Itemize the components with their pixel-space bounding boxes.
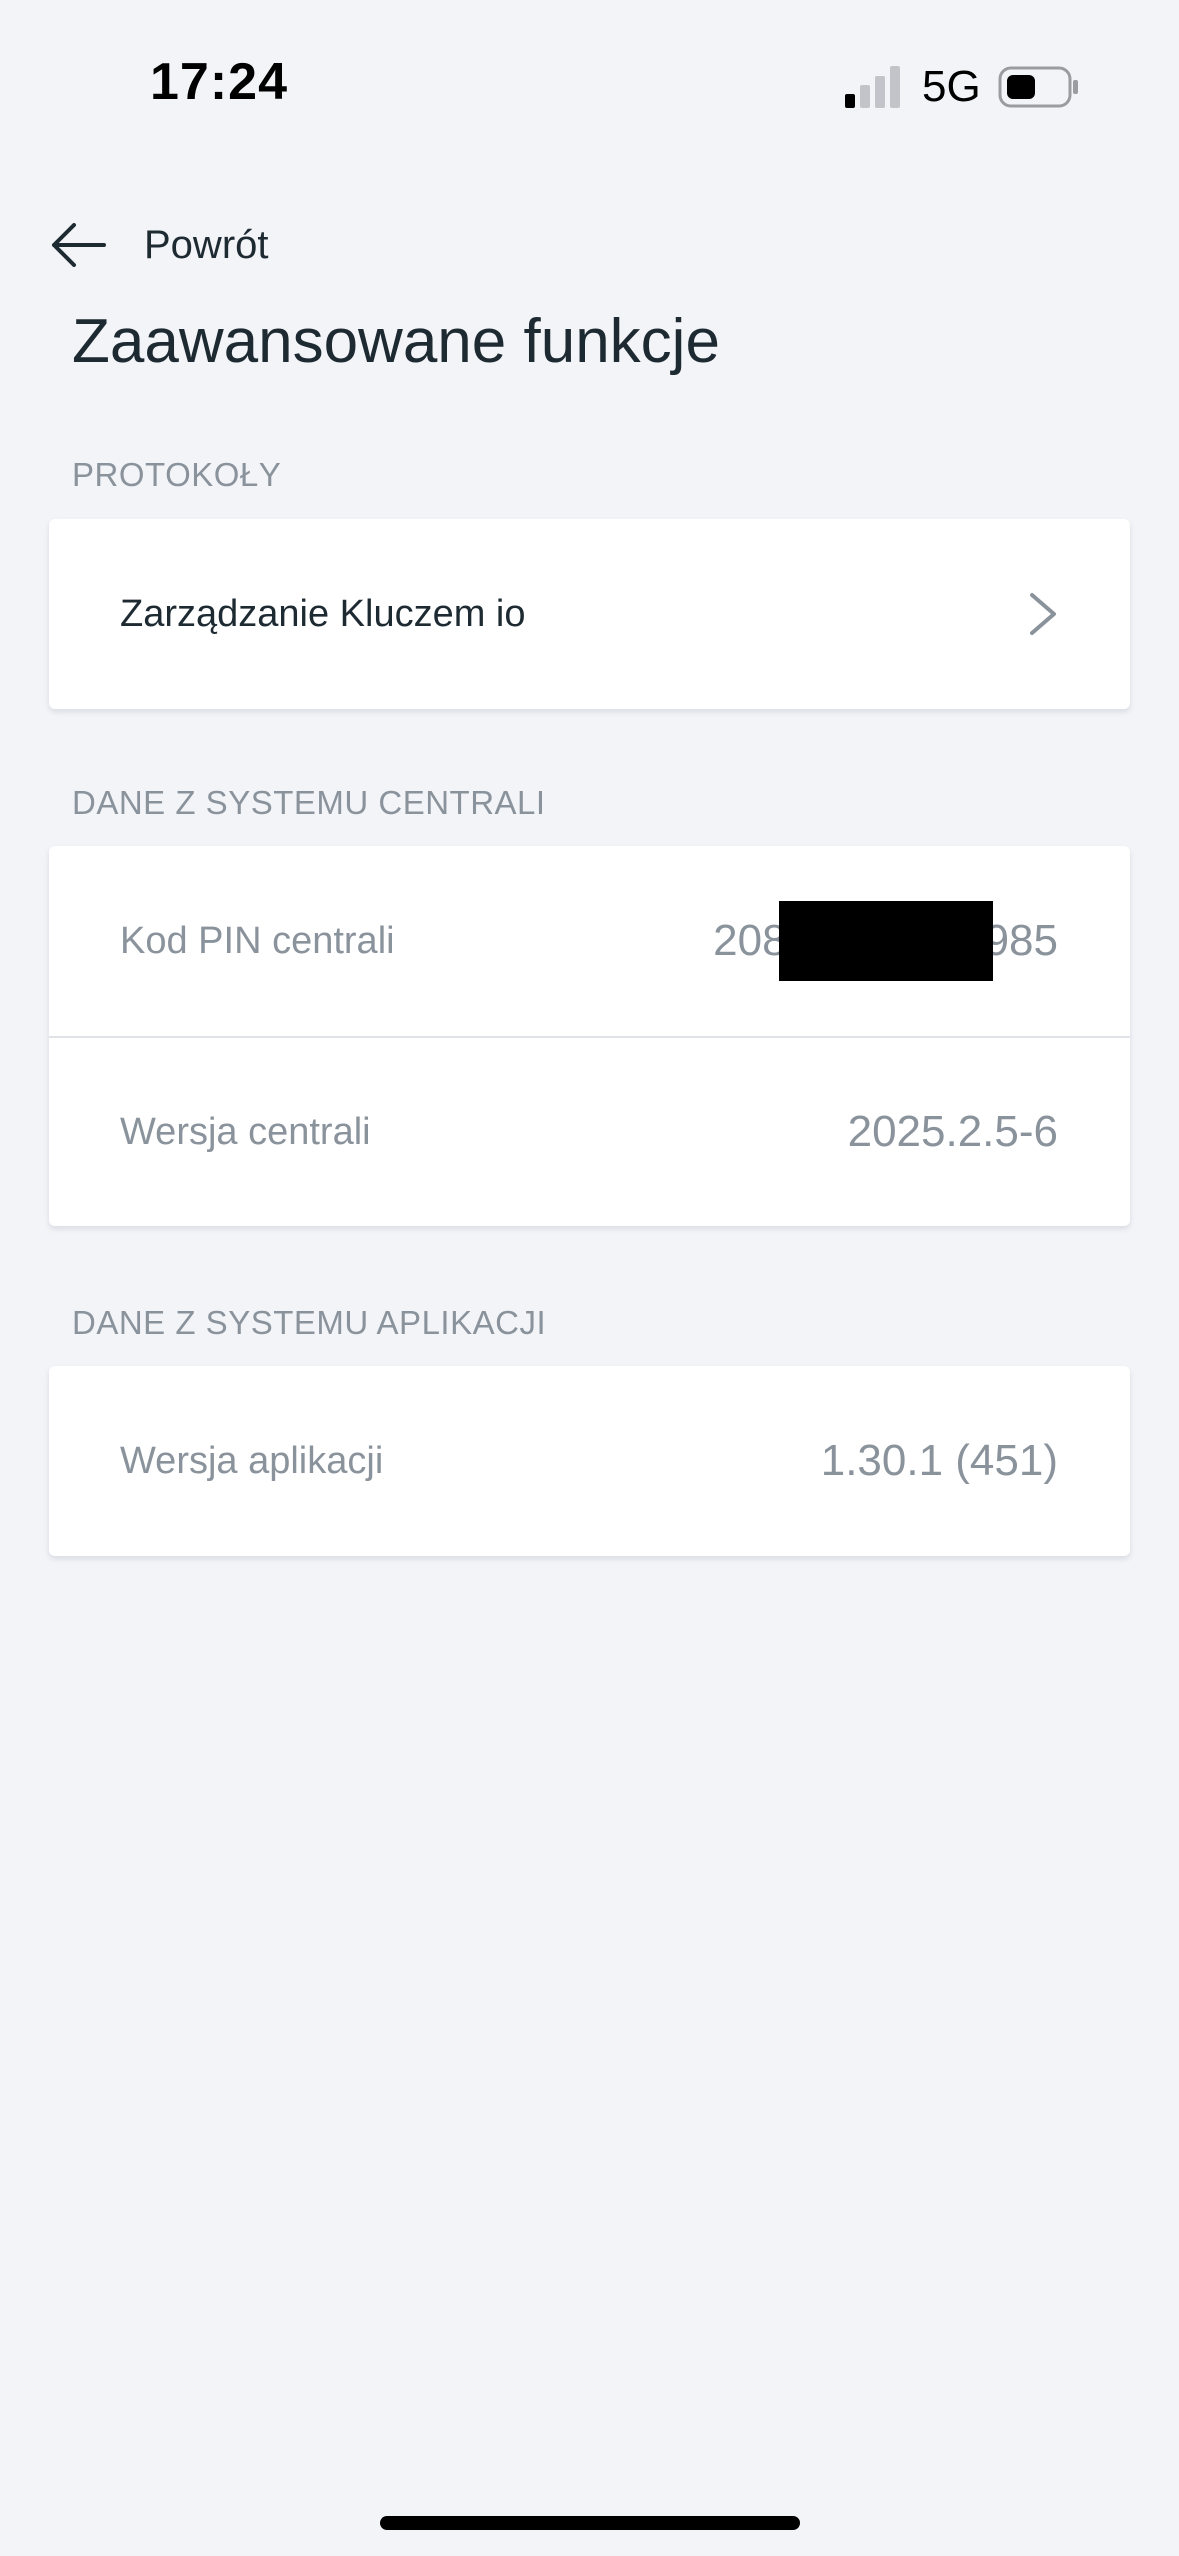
section-label-hub-data: DANE Z SYSTEMU CENTRALI [72, 784, 546, 821]
network-type-label: 5G [922, 62, 981, 111]
chevron-right-icon [1030, 593, 1056, 635]
signal-bars-icon [845, 66, 900, 108]
key-management-label: Zarządzanie Kluczem io [120, 592, 526, 635]
app-data-card: Wersja aplikacji 1.30.1 (451) [49, 1366, 1130, 1556]
battery-icon [998, 66, 1078, 108]
app-version-value: 1.30.1 (451) [820, 1436, 1058, 1485]
key-management-item[interactable]: Zarządzanie Kluczem io [49, 519, 1130, 709]
hub-version-label: Wersja centrali [120, 1110, 371, 1153]
hub-version-row: Wersja centrali 2025.2.5-6 [49, 1036, 1130, 1226]
hub-pin-label: Kod PIN centrali [120, 919, 395, 962]
home-indicator[interactable] [380, 2516, 800, 2530]
status-bar: 17:24 5G [0, 0, 1179, 170]
page-title: Zaawansowane funkcje [72, 307, 720, 376]
app-version-row: Wersja aplikacji 1.30.1 (451) [49, 1366, 1130, 1556]
section-label-protocols: PROTOKOŁY [72, 456, 282, 493]
hub-pin-value-start: 208 [713, 916, 787, 965]
hub-data-card: Kod PIN centrali 208 985 Wersja centrali… [49, 846, 1130, 1226]
hub-pin-value: 208 985 [713, 901, 1058, 981]
hub-version-value: 2025.2.5-6 [847, 1107, 1058, 1156]
section-label-app-data: DANE Z SYSTEMU APLIKACJI [72, 1304, 547, 1341]
protocols-card: Zarządzanie Kluczem io [49, 519, 1130, 709]
app-version-label: Wersja aplikacji [120, 1439, 384, 1482]
back-button[interactable]: Powrót [50, 210, 269, 280]
hub-pin-row: Kod PIN centrali 208 985 [49, 846, 1130, 1036]
hub-pin-value-end: 985 [984, 916, 1058, 965]
redaction-box [778, 901, 993, 981]
status-time: 17:24 [150, 53, 288, 111]
arrow-left-icon [52, 223, 106, 267]
back-label: Powrót [144, 222, 269, 267]
